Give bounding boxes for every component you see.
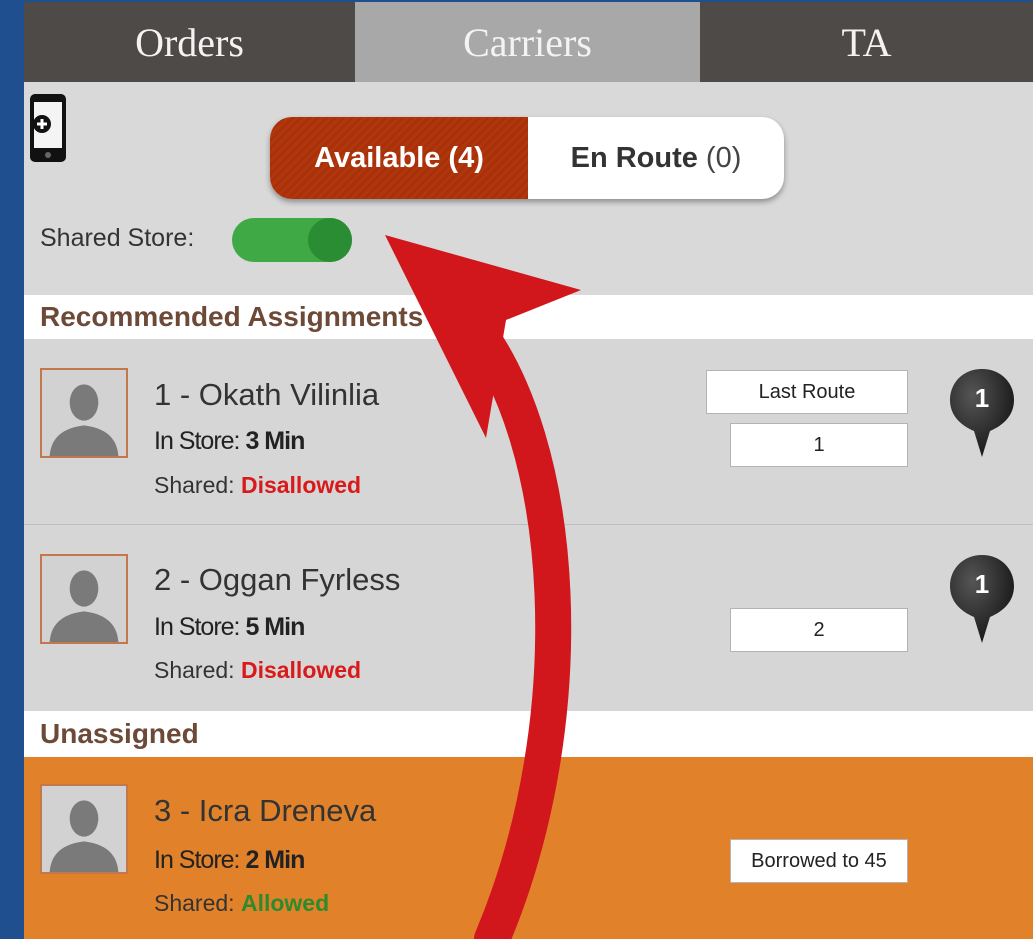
route-number-field[interactable]: 1 (730, 423, 908, 467)
top-tab-bar: Orders Carriers TA (24, 2, 1033, 82)
tab-carriers[interactable]: Carriers (355, 2, 700, 82)
in-store-value: 3 Min (245, 427, 305, 455)
pin-number: 1 (975, 383, 989, 413)
person-silhouette-icon (42, 556, 126, 642)
avatar (40, 554, 128, 644)
carrier-row[interactable]: 3 - Icra Dreneva In Store: 2 Min Shared:… (24, 757, 1033, 939)
availability-segmented-control: Available (4) En Route (0) (270, 117, 784, 199)
shared-store-label: Shared Store: (40, 224, 195, 252)
map-pin-icon: 1 (950, 369, 1014, 457)
pin-number: 1 (975, 569, 989, 599)
borrowed-route-field[interactable]: Borrowed to 45 (730, 839, 908, 883)
en-route-segment-button[interactable]: En Route (0) (528, 117, 784, 199)
carrier-name: 2 - Oggan Fyrless (154, 562, 401, 597)
add-phone-icon[interactable] (28, 92, 68, 164)
in-store-label: In Store: (154, 613, 240, 641)
in-store-time: In Store: 5 Min (154, 613, 305, 642)
carrier-name: 1 - Okath Vilinlia (154, 377, 380, 412)
in-store-label: In Store: (154, 846, 240, 874)
in-store-value: 5 Min (245, 613, 305, 641)
available-segment-button[interactable]: Available (4) (270, 117, 528, 199)
toggle-knob[interactable] (308, 218, 352, 262)
in-store-time: In Store: 2 Min (154, 846, 305, 875)
shared-value: Disallowed (240, 472, 362, 498)
map-pin-icon: 1 (950, 555, 1014, 643)
shared-value: Disallowed (240, 657, 362, 683)
in-store-time: In Store: 3 Min (154, 427, 305, 456)
person-silhouette-icon (42, 370, 126, 456)
en-route-count: (0) (705, 141, 742, 174)
shared-value: Allowed (240, 890, 330, 916)
tab-orders[interactable]: Orders (24, 2, 355, 82)
shared-status: Shared: Allowed (154, 890, 329, 917)
shared-label: Shared: (154, 657, 235, 683)
in-store-label: In Store: (154, 427, 240, 455)
shared-status: Shared: Disallowed (154, 472, 361, 499)
avatar (40, 784, 128, 874)
in-store-value: 2 Min (245, 846, 305, 874)
carrier-name: 3 - Icra Dreneva (154, 793, 377, 828)
shared-store-toggle[interactable] (232, 218, 352, 262)
route-number-field[interactable]: 2 (730, 608, 908, 652)
shared-label: Shared: (154, 472, 235, 498)
route-pin-icon[interactable]: 1 (948, 553, 1016, 645)
person-silhouette-icon (42, 786, 126, 872)
carriers-app: Orders Carriers TA Available (4) En Rout… (24, 2, 1033, 939)
unassigned-header: Unassigned (24, 711, 1033, 757)
carrier-row[interactable]: 2 - Oggan Fyrless In Store: 5 Min Shared… (24, 525, 1033, 711)
route-pin-icon[interactable]: 1 (948, 367, 1016, 459)
shared-label: Shared: (154, 890, 235, 916)
avatar (40, 368, 128, 458)
recommended-assignments-header: Recommended Assignments (24, 295, 1033, 339)
en-route-label: En Route (570, 141, 698, 174)
carrier-row[interactable]: 1 - Okath Vilinlia In Store: 3 Min Share… (24, 339, 1033, 525)
last-route-label-box: Last Route (706, 370, 908, 414)
shared-status: Shared: Disallowed (154, 657, 361, 684)
tab-ta[interactable]: TA (700, 2, 1033, 82)
